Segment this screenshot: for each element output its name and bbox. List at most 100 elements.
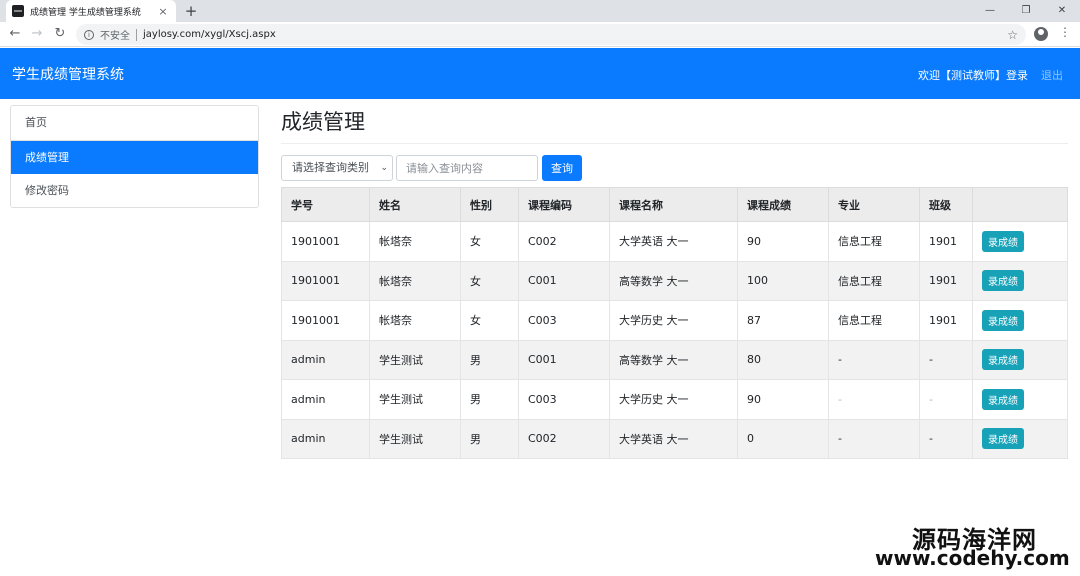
tab-close-icon[interactable]: × xyxy=(156,5,170,18)
bookmark-star-icon[interactable]: ☆ xyxy=(1007,28,1018,42)
cell-course-score: 80 xyxy=(737,339,829,380)
record-score-button[interactable]: 录成绩 xyxy=(982,309,1024,331)
cell-course-name: 大学历史 大一 xyxy=(609,300,738,341)
cell-class: 1901 xyxy=(919,221,973,262)
cell-gender: 男 xyxy=(460,418,519,459)
cell-action: 录成绩 xyxy=(972,339,1068,380)
cell-class: - xyxy=(919,418,973,459)
cell-gender: 女 xyxy=(460,300,519,341)
brand-title[interactable]: 学生成绩管理系统 xyxy=(12,64,124,84)
cell-name: 帐塔奈 xyxy=(369,260,461,301)
address-separator xyxy=(136,28,137,41)
sidebar-item-grade-management[interactable]: 成绩管理 xyxy=(11,140,258,174)
menu-dots-icon[interactable]: ⋮ xyxy=(1058,25,1072,39)
close-window-icon[interactable]: ✕ xyxy=(1044,0,1080,22)
reload-icon[interactable]: ↻ xyxy=(51,25,69,43)
query-type-select[interactable]: 请选择查询类别 ⌄ xyxy=(281,155,393,181)
record-score-button[interactable]: 录成绩 xyxy=(982,349,1024,371)
cell-major: - xyxy=(828,339,920,380)
cell-name: 帐塔奈 xyxy=(369,300,461,341)
search-input[interactable] xyxy=(396,155,538,181)
column-header-major: 专业 xyxy=(828,187,920,222)
tab-title: 成绩管理 学生成绩管理系统 xyxy=(30,7,141,18)
table-row: admin 学生测试 男 C001 高等数学 大一 80 - - 录成绩 xyxy=(281,339,1068,380)
page-title: 成绩管理 xyxy=(281,110,365,134)
table-row: 1901001 帐塔奈 女 C003 大学历史 大一 87 信息工程 1901 … xyxy=(281,300,1068,341)
cell-course-name: 大学英语 大一 xyxy=(609,418,738,459)
url-text[interactable]: jaylosy.com/xygl/Xscj.aspx xyxy=(143,29,1007,40)
sidebar-item-change-password[interactable]: 修改密码 xyxy=(11,174,258,207)
record-score-button[interactable]: 录成绩 xyxy=(982,388,1024,410)
address-bar[interactable]: i 不安全 jaylosy.com/xygl/Xscj.aspx ☆ xyxy=(76,24,1026,45)
table-row: admin 学生测试 男 C003 大学历史 大一 90 - - 录成绩 xyxy=(281,379,1068,420)
cell-course-score: 87 xyxy=(737,300,829,341)
cell-course-code: C001 xyxy=(518,339,610,380)
cell-action: 录成绩 xyxy=(972,260,1068,301)
cell-action: 录成绩 xyxy=(972,418,1068,459)
back-icon[interactable]: ← xyxy=(6,25,24,43)
cell-course-code: C002 xyxy=(518,418,610,459)
security-label: 不安全 xyxy=(100,31,130,42)
watermark-url: www.codehy.com xyxy=(875,546,1070,570)
cell-gender: 男 xyxy=(460,379,519,420)
cell-course-score: 0 xyxy=(737,418,829,459)
cell-action: 录成绩 xyxy=(972,221,1068,262)
new-tab-icon[interactable]: + xyxy=(182,1,200,21)
forward-icon[interactable]: → xyxy=(28,25,46,43)
column-header-course-name: 课程名称 xyxy=(609,187,738,222)
cell-name: 帐塔奈 xyxy=(369,221,461,262)
cell-student-id: 1901001 xyxy=(281,300,370,341)
column-header-gender: 性别 xyxy=(460,187,519,222)
cell-course-code: C003 xyxy=(518,379,610,420)
cell-major: 信息工程 xyxy=(828,260,920,301)
column-header-action xyxy=(972,187,1068,222)
sidebar-item-home[interactable]: 首页 xyxy=(11,106,258,140)
cell-course-code: C002 xyxy=(518,221,610,262)
query-type-value: 请选择查询类别 xyxy=(292,161,369,174)
column-header-course-code: 课程编码 xyxy=(518,187,610,222)
cell-major: 信息工程 xyxy=(828,221,920,262)
cell-student-id: admin xyxy=(281,418,370,459)
cell-gender: 女 xyxy=(460,260,519,301)
logout-link[interactable]: 退出 xyxy=(1041,67,1063,83)
sidebar: 首页 成绩管理 修改密码 xyxy=(10,105,259,208)
cell-student-id: admin xyxy=(281,339,370,380)
cell-course-name: 高等数学 大一 xyxy=(609,339,738,380)
cell-class: 1901 xyxy=(919,260,973,301)
table-row: 1901001 帐塔奈 女 C002 大学英语 大一 90 信息工程 1901 … xyxy=(281,221,1068,262)
column-header-name: 姓名 xyxy=(369,187,461,222)
cell-name: 学生测试 xyxy=(369,379,461,420)
cell-major: 信息工程 xyxy=(828,300,920,341)
cell-course-score: 100 xyxy=(737,260,829,301)
record-score-button[interactable]: 录成绩 xyxy=(982,230,1024,252)
cell-course-score: 90 xyxy=(737,221,829,262)
column-header-student-id: 学号 xyxy=(281,187,370,222)
cell-student-id: admin xyxy=(281,379,370,420)
record-score-button[interactable]: 录成绩 xyxy=(982,428,1024,450)
cell-course-code: C001 xyxy=(518,260,610,301)
table-row: 1901001 帐塔奈 女 C001 高等数学 大一 100 信息工程 1901… xyxy=(281,260,1068,301)
table-row: admin 学生测试 男 C002 大学英语 大一 0 - - 录成绩 xyxy=(281,418,1068,459)
cell-course-name: 大学英语 大一 xyxy=(609,221,738,262)
cell-name: 学生测试 xyxy=(369,418,461,459)
record-score-button[interactable]: 录成绩 xyxy=(982,270,1024,292)
grades-table: 学号 姓名 性别 课程编码 课程名称 课程成绩 专业 班级 1901001 帐塔… xyxy=(281,187,1068,459)
restore-icon[interactable]: ❐ xyxy=(1008,0,1044,22)
table-header-row: 学号 姓名 性别 课程编码 课程名称 课程成绩 专业 班级 xyxy=(281,187,1068,222)
cell-student-id: 1901001 xyxy=(281,260,370,301)
welcome-text: 欢迎【测试教师】登录 xyxy=(918,69,1028,82)
cell-course-score: 90 xyxy=(737,379,829,420)
minimize-icon[interactable]: — xyxy=(972,0,1008,22)
cell-action: 录成绩 xyxy=(972,300,1068,341)
cell-course-code: C003 xyxy=(518,300,610,341)
profile-icon[interactable] xyxy=(1034,27,1048,41)
query-button[interactable]: 查询 xyxy=(542,155,582,181)
browser-toolbar: ← → ↻ i 不安全 jaylosy.com/xygl/Xscj.aspx ☆… xyxy=(0,22,1080,47)
browser-tab[interactable]: 成绩管理 学生成绩管理系统 × xyxy=(6,0,176,22)
cell-class: 1901 xyxy=(919,300,973,341)
info-icon[interactable]: i xyxy=(84,29,94,40)
cell-major: - xyxy=(828,418,920,459)
cell-course-name: 大学历史 大一 xyxy=(609,379,738,420)
cell-gender: 女 xyxy=(460,221,519,262)
cell-student-id: 1901001 xyxy=(281,221,370,262)
